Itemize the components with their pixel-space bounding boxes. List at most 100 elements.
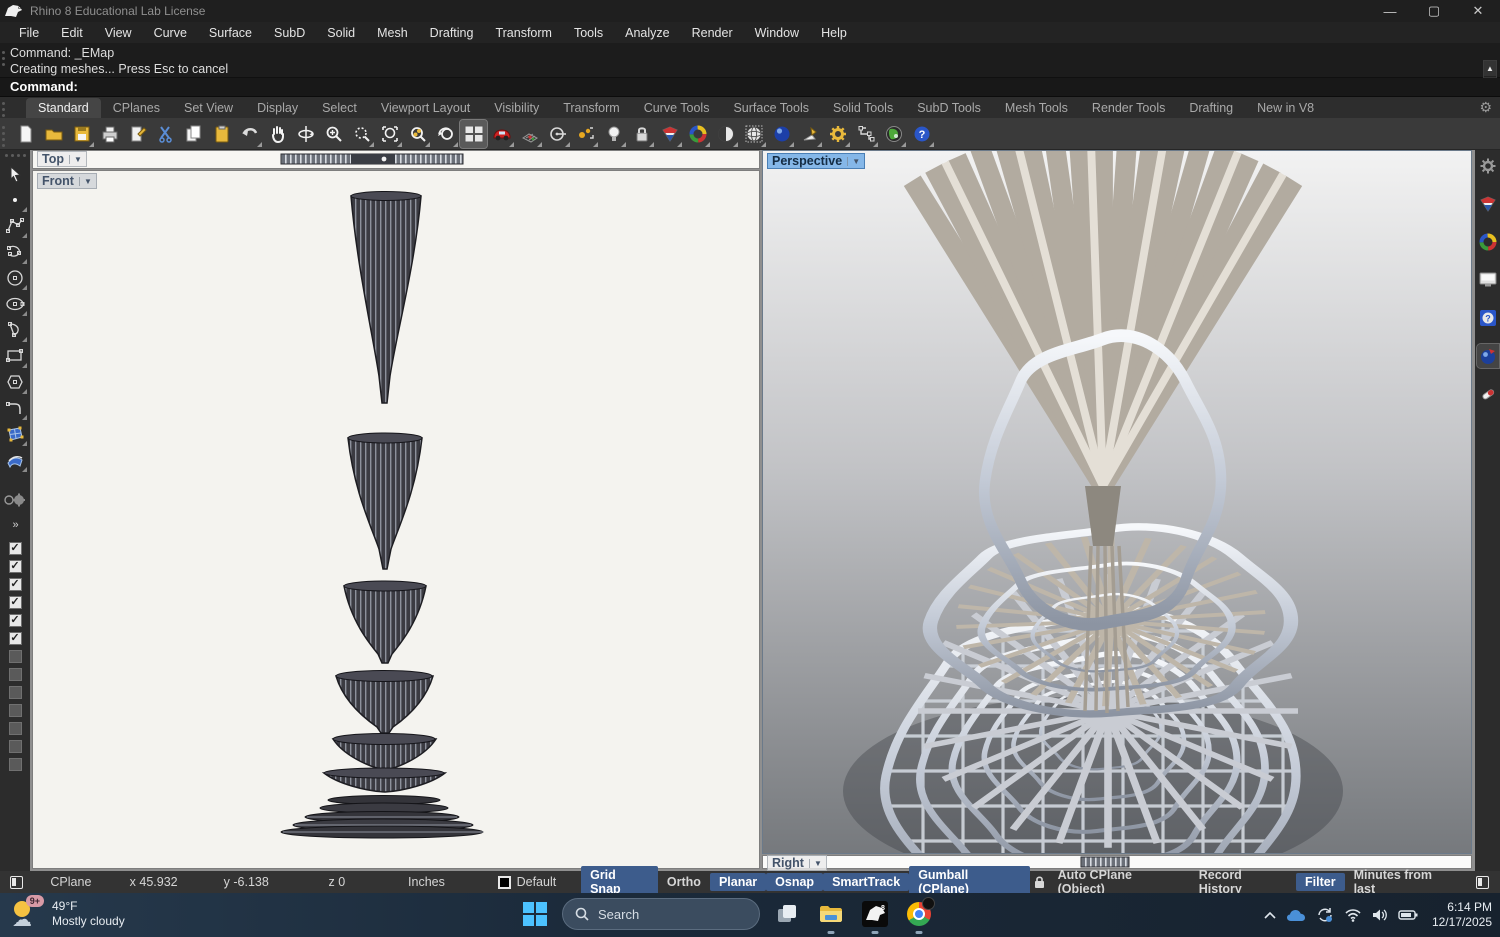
- save-icon[interactable]: [68, 120, 95, 148]
- circle-icon[interactable]: [2, 265, 28, 291]
- layers-shield-icon[interactable]: [656, 120, 683, 148]
- zoom-selected-icon[interactable]: [404, 120, 431, 148]
- tab-drafting[interactable]: Drafting: [1177, 98, 1245, 118]
- point-icon[interactable]: [2, 187, 28, 213]
- layer-color-swatch[interactable]: [497, 875, 511, 889]
- tab-render-tools[interactable]: Render Tools: [1080, 98, 1177, 118]
- chevron-down-icon[interactable]: ▼: [68, 154, 82, 164]
- minimize-button[interactable]: —: [1368, 0, 1412, 22]
- light-bulb-icon[interactable]: [600, 120, 627, 148]
- tab-select[interactable]: Select: [310, 98, 369, 118]
- status-cplane[interactable]: CPlane: [33, 875, 108, 889]
- toggle-ortho[interactable]: Ortho: [658, 873, 710, 891]
- layer-checkbox[interactable]: ✓: [8, 631, 22, 645]
- menu-solid[interactable]: Solid: [316, 24, 366, 42]
- toggle-osnap[interactable]: Osnap: [766, 873, 824, 891]
- onedrive-cloud-icon[interactable]: [1286, 908, 1306, 922]
- tray-chevron-up-icon[interactable]: [1264, 911, 1276, 919]
- zoom-window-icon[interactable]: [376, 120, 403, 148]
- tab-standard[interactable]: Standard: [26, 98, 101, 118]
- toggle-planar[interactable]: Planar: [709, 873, 767, 891]
- status-units[interactable]: Inches: [380, 875, 473, 889]
- tab-display[interactable]: Display: [245, 98, 310, 118]
- viewport-perspective-label[interactable]: Perspective ▼: [767, 153, 866, 169]
- curve-through-points-icon[interactable]: [2, 239, 28, 265]
- panel-gear-icon[interactable]: [1477, 154, 1499, 178]
- menu-help[interactable]: Help: [810, 24, 858, 42]
- surface-sweep-icon[interactable]: [2, 447, 28, 473]
- tab-curve-tools[interactable]: Curve Tools: [632, 98, 722, 118]
- tab-new-in-v8[interactable]: New in V8: [1245, 98, 1326, 118]
- tab-viewport-layout[interactable]: Viewport Layout: [369, 98, 482, 118]
- layer-checkbox[interactable]: [8, 703, 22, 717]
- menu-tools[interactable]: Tools: [563, 24, 614, 42]
- record-history-icon[interactable]: [852, 120, 879, 148]
- viewport-front[interactable]: Front ▼: [32, 170, 760, 869]
- sync-icon[interactable]: [1316, 907, 1334, 923]
- shaded-sphere-icon[interactable]: [712, 120, 739, 148]
- tab-set-view[interactable]: Set View: [172, 98, 245, 118]
- viewport-perspective[interactable]: Perspective ▼: [762, 150, 1472, 854]
- surface-patch-icon[interactable]: [2, 421, 28, 447]
- new-document-icon[interactable]: [12, 120, 39, 148]
- sidebar-expand-chevron[interactable]: »: [12, 519, 18, 531]
- viewport-front-label[interactable]: Front ▼: [37, 173, 97, 189]
- task-view-icon[interactable]: [770, 897, 804, 931]
- render-sphere-icon[interactable]: [768, 120, 795, 148]
- viewport-top-label[interactable]: Top ▼: [37, 151, 87, 167]
- maximize-button[interactable]: ▢: [1412, 0, 1456, 22]
- panel-toggle-right-icon[interactable]: [1475, 875, 1489, 889]
- tab-solid-tools[interactable]: Solid Tools: [821, 98, 905, 118]
- toggle-filter[interactable]: Filter: [1296, 873, 1345, 891]
- layer-checkbox[interactable]: ✓: [8, 541, 22, 555]
- layer-checkbox[interactable]: ✓: [8, 613, 22, 627]
- edit-properties-icon[interactable]: [124, 120, 151, 148]
- color-wheel-icon[interactable]: [684, 120, 711, 148]
- copy-icon[interactable]: [180, 120, 207, 148]
- tab-options-gear-icon[interactable]: ⚙: [1479, 99, 1492, 116]
- rotate-view-icon[interactable]: [292, 120, 319, 148]
- wireframe-sphere-icon[interactable]: [740, 120, 767, 148]
- layer-checkbox[interactable]: [8, 685, 22, 699]
- menu-transform[interactable]: Transform: [484, 24, 563, 42]
- polygon-icon[interactable]: [2, 369, 28, 395]
- paste-icon[interactable]: [208, 120, 235, 148]
- menu-render[interactable]: Render: [681, 24, 744, 42]
- chevron-down-icon[interactable]: ▼: [847, 156, 860, 166]
- display-monitor-panel-icon[interactable]: [1477, 268, 1499, 292]
- menu-view[interactable]: View: [94, 24, 143, 42]
- lights-icon[interactable]: [572, 120, 599, 148]
- lock-icon[interactable]: [628, 120, 655, 148]
- tab-subd-tools[interactable]: SubD Tools: [905, 98, 993, 118]
- command-history[interactable]: Command: _EMap Creating meshes... Press …: [0, 43, 1500, 78]
- help-panel-icon[interactable]: ?: [1477, 306, 1499, 330]
- search-input[interactable]: Search: [562, 898, 760, 930]
- osnap-gear-icon[interactable]: [2, 487, 28, 513]
- help-icon[interactable]: ?: [908, 120, 935, 148]
- tab-visibility[interactable]: Visibility: [482, 98, 551, 118]
- panel-toggle-icon[interactable]: [10, 875, 24, 889]
- layers-panel-icon[interactable]: [1477, 192, 1499, 216]
- menu-analyze[interactable]: Analyze: [614, 24, 680, 42]
- arc-icon[interactable]: [2, 317, 28, 343]
- menu-mesh[interactable]: Mesh: [366, 24, 419, 42]
- clock-widget[interactable]: 6:14 PM 12/17/2025: [1432, 900, 1492, 930]
- battery-icon[interactable]: [1398, 909, 1418, 921]
- pan-hand-icon[interactable]: [264, 120, 291, 148]
- menu-file[interactable]: File: [8, 24, 50, 42]
- toggle-smarttrack[interactable]: SmartTrack: [823, 873, 910, 891]
- layer-checkbox[interactable]: [8, 721, 22, 735]
- rhino-app-icon[interactable]: 8: [858, 897, 892, 934]
- materials-tube-panel-icon[interactable]: [1477, 382, 1499, 406]
- undo-icon[interactable]: [236, 120, 263, 148]
- tab-surface-tools[interactable]: Surface Tools: [721, 98, 821, 118]
- earth-web-icon[interactable]: [880, 120, 907, 148]
- wifi-icon[interactable]: [1344, 908, 1362, 922]
- cplane-circle-icon[interactable]: [544, 120, 571, 148]
- undo-view-change-icon[interactable]: [432, 120, 459, 148]
- volume-icon[interactable]: [1372, 908, 1388, 922]
- spotlight-icon[interactable]: [796, 120, 823, 148]
- tab-cplanes[interactable]: CPlanes: [101, 98, 172, 118]
- analyze-grid-icon[interactable]: [516, 120, 543, 148]
- layer-checkbox[interactable]: [8, 649, 22, 663]
